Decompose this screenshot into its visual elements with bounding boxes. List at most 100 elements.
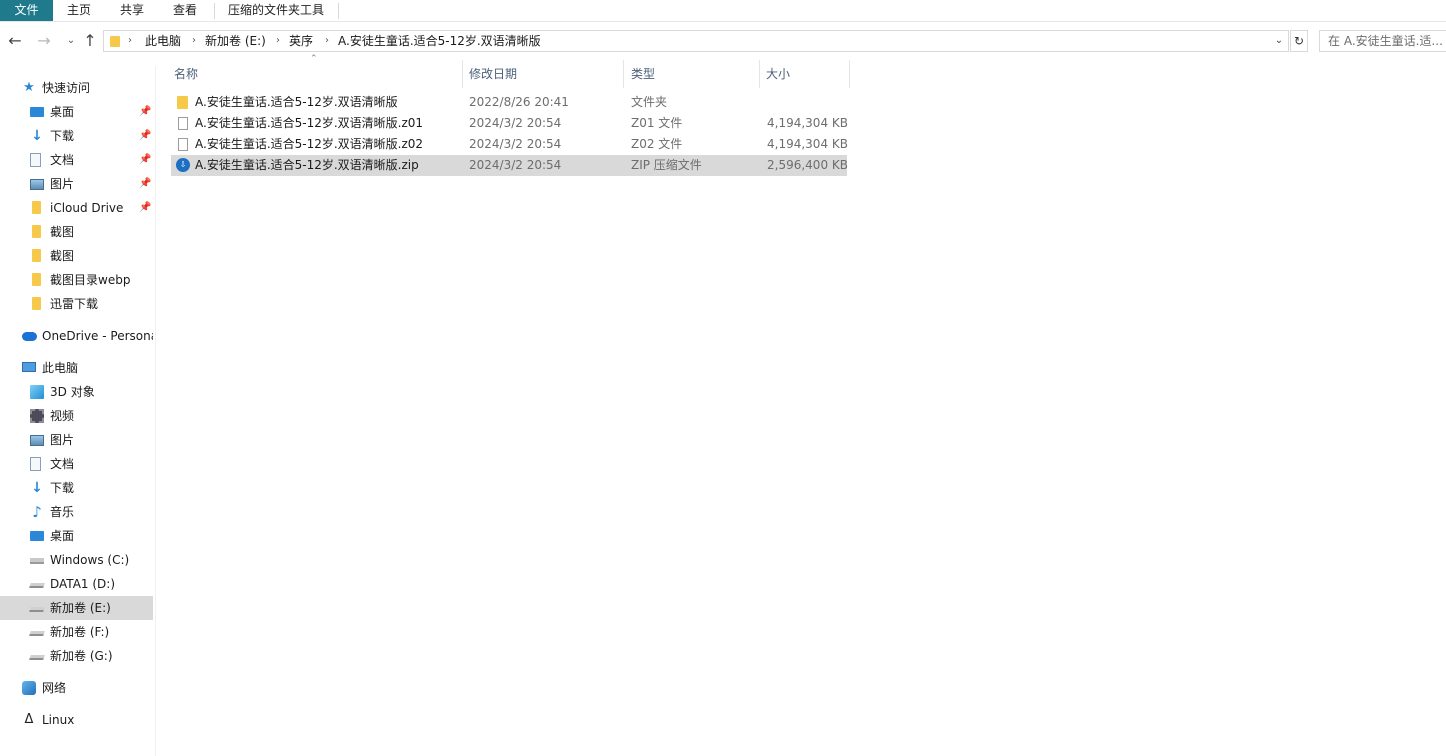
folder-icon [32, 273, 41, 286]
sidebar-item-drive-c[interactable]: Windows (C:) [0, 548, 153, 572]
breadcrumb-chevron-icon[interactable]: › [192, 31, 196, 51]
file-row[interactable]: A.安徒生童话.适合5-12岁.双语清晰版 2022/8/26 20:41 文件… [171, 92, 847, 113]
breadcrumb-current-folder[interactable]: A.安徒生童话.适合5-12岁.双语清晰版 [338, 31, 541, 51]
back-arrow-icon[interactable]: ← [6, 32, 24, 50]
sidebar-item-label: 3D 对象 [50, 385, 95, 399]
folder-icon [177, 96, 188, 109]
file-size: 4,194,304 KB [767, 137, 848, 151]
breadcrumb-this-pc[interactable]: 此电脑 [145, 31, 181, 51]
search-input[interactable]: 在 A.安徒生童话.适... [1319, 30, 1446, 52]
breadcrumb-drive-e[interactable]: 新加卷 (E:) [205, 31, 266, 51]
forward-arrow-icon[interactable]: → [35, 32, 53, 50]
sidebar-item-label: 新加卷 (F:) [50, 625, 110, 639]
tab-view[interactable]: 查看 [165, 0, 205, 21]
sidebar-item-label: Linux [42, 713, 75, 727]
sort-ascending-icon: ⌃ [310, 54, 318, 64]
cloud-icon [22, 332, 37, 341]
sidebar-item-music[interactable]: ♪ 音乐 [0, 500, 153, 524]
cube-icon [30, 385, 44, 399]
pictures-icon [30, 179, 44, 190]
sidebar-item-drive-e[interactable]: 新加卷 (E:) [0, 596, 153, 620]
sidebar-item-screenshots-webp[interactable]: 截图目录webp [0, 268, 153, 292]
file-type: 文件夹 [631, 95, 668, 109]
pin-icon: 📌 [139, 154, 152, 165]
tab-share[interactable]: 共享 [112, 0, 152, 21]
breadcrumb-chevron-icon[interactable]: › [325, 31, 329, 51]
tab-compressed-folder-tools[interactable]: 压缩的文件夹工具 [220, 0, 332, 21]
file-row-selected[interactable]: ⇩ A.安徒生童话.适合5-12岁.双语清晰版.zip 2024/3/2 20:… [171, 155, 848, 176]
file-type: ZIP 压缩文件 [631, 158, 702, 172]
navigation-pane: ★ 快速访问 桌面 📌 ↓ 下载 📌 文档 📌 图片 📌 iCloud Driv… [0, 66, 156, 756]
column-divider[interactable] [759, 60, 760, 88]
sidebar-item-screenshots-2[interactable]: 截图 [0, 244, 153, 268]
sidebar-item-this-pc[interactable]: 此电脑 [0, 356, 153, 380]
sidebar-item-drive-d[interactable]: DATA1 (D:) [0, 572, 153, 596]
sidebar-item-onedrive[interactable]: OneDrive - Personal [0, 324, 153, 348]
navigation-bar: ← → ⌄ ↑ › 此电脑 › 新加卷 (E:) › 英序 › A.安徒生童话.… [0, 24, 1446, 60]
sidebar-item-drive-g[interactable]: 新加卷 (G:) [0, 644, 153, 668]
column-header-size[interactable]: 大小 [766, 62, 790, 86]
sidebar-item-label: 快速访问 [42, 81, 91, 95]
pictures-icon [30, 435, 44, 446]
pin-icon: 📌 [139, 106, 152, 117]
sidebar-item-downloads-pc[interactable]: ↓ 下载 [0, 476, 153, 500]
file-row[interactable]: A.安徒生童话.适合5-12岁.双语清晰版.z02 2024/3/2 20:54… [171, 134, 848, 155]
sidebar-item-label: OneDrive - Personal [42, 329, 153, 343]
refresh-icon[interactable]: ↻ [1290, 30, 1308, 52]
sidebar-item-3d-objects[interactable]: 3D 对象 [0, 380, 153, 404]
file-name: A.安徒生童话.适合5-12岁.双语清晰版.zip [195, 158, 419, 172]
sidebar-item-documents[interactable]: 文档 📌 [0, 148, 153, 172]
sidebar-item-desktop-pc[interactable]: 桌面 [0, 524, 153, 548]
up-arrow-icon[interactable]: ↑ [81, 32, 99, 50]
column-divider[interactable] [623, 60, 624, 88]
sidebar-item-downloads[interactable]: ↓ 下载 📌 [0, 124, 153, 148]
breadcrumb-chevron-icon[interactable]: › [276, 31, 280, 51]
sidebar-item-label: 截图 [50, 225, 75, 239]
file-name: A.安徒生童话.适合5-12岁.双语清晰版 [195, 95, 398, 109]
sidebar-item-label: 图片 [50, 177, 75, 191]
sidebar-item-label: Windows (C:) [50, 553, 130, 567]
sidebar-item-label: 音乐 [50, 505, 75, 519]
sidebar-item-label: 截图 [50, 249, 75, 263]
network-icon [22, 681, 36, 695]
penguin-icon: Δ [24, 712, 34, 727]
sidebar-item-pictures[interactable]: 图片 📌 [0, 172, 153, 196]
pin-icon: 📌 [139, 130, 152, 141]
column-header-type[interactable]: 类型 [631, 62, 655, 86]
sidebar-item-documents-pc[interactable]: 文档 [0, 452, 153, 476]
address-dropdown-chevron-icon[interactable]: ⌄ [1272, 31, 1286, 51]
desktop-icon [30, 531, 44, 541]
breadcrumb-folder[interactable]: 英序 [289, 31, 313, 51]
address-bar[interactable]: › 此电脑 › 新加卷 (E:) › 英序 › A.安徒生童话.适合5-12岁.… [103, 30, 1289, 52]
sidebar-item-label: 文档 [50, 457, 75, 471]
sidebar-item-pictures-pc[interactable]: 图片 [0, 428, 153, 452]
recent-locations-chevron-icon[interactable]: ⌄ [62, 32, 80, 50]
sidebar-item-xunlei-downloads[interactable]: 迅雷下载 [0, 292, 153, 316]
sidebar-item-network[interactable]: 网络 [0, 676, 153, 700]
sidebar-item-label: 迅雷下载 [50, 297, 99, 311]
file-size: 4,194,304 KB [767, 116, 848, 130]
column-header-date[interactable]: 修改日期 [469, 62, 517, 86]
document-icon [30, 457, 41, 471]
film-icon [30, 409, 44, 423]
file-type: Z02 文件 [631, 137, 683, 151]
column-divider[interactable] [462, 60, 463, 88]
file-row[interactable]: A.安徒生童话.适合5-12岁.双语清晰版.z01 2024/3/2 20:54… [171, 113, 848, 134]
file-date: 2024/3/2 20:54 [469, 158, 562, 172]
file-icon [178, 117, 188, 130]
star-icon: ★ [23, 80, 35, 95]
folder-icon [32, 201, 41, 214]
sidebar-item-desktop[interactable]: 桌面 📌 [0, 100, 153, 124]
breadcrumb-chevron-icon[interactable]: › [128, 31, 132, 51]
tab-file[interactable]: 文件 [0, 0, 53, 21]
sidebar-item-linux[interactable]: Δ Linux [0, 708, 153, 732]
sidebar-item-videos[interactable]: 视频 [0, 404, 153, 428]
sidebar-item-icloud-drive[interactable]: iCloud Drive 📌 [0, 196, 153, 220]
sidebar-item-label: 图片 [50, 433, 75, 447]
tab-home[interactable]: 主页 [58, 0, 100, 21]
column-divider[interactable] [849, 60, 850, 88]
sidebar-item-drive-f[interactable]: 新加卷 (F:) [0, 620, 153, 644]
sidebar-item-quick-access[interactable]: ★ 快速访问 [0, 76, 153, 100]
column-header-name[interactable]: 名称 [174, 62, 198, 86]
sidebar-item-screenshots[interactable]: 截图 [0, 220, 153, 244]
